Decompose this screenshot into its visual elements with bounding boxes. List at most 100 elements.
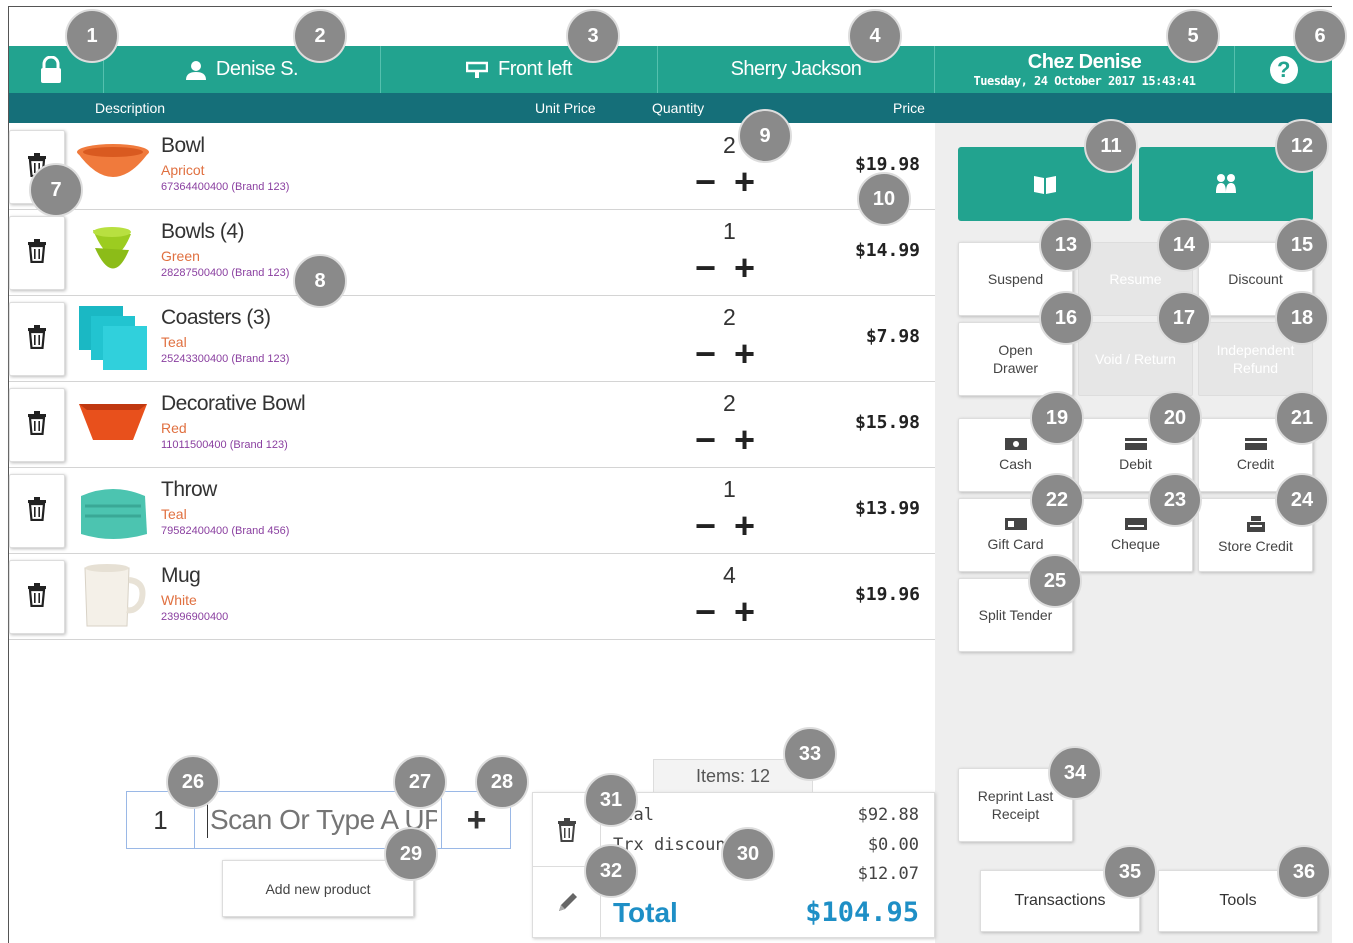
add-new-product-label: Add new product [265,880,371,897]
tax-value: $12.07 [857,864,919,884]
remove-item-button[interactable] [9,302,65,376]
callout-badge: 27 [393,755,447,809]
trx-discount-label: Trx discount [613,835,736,855]
callout-badge: 32 [584,844,638,898]
cart-row[interactable]: Coasters (3) Teal 25243300400 (Brand 123) 2… [9,296,935,382]
quantity-stepper: −+ [695,250,773,286]
column-header: Description Unit Price Quantity Price [9,93,1332,123]
item-quantity: 1 [723,218,736,244]
product-image [75,390,151,458]
trash-icon [27,496,47,526]
callout-badge: 21 [1275,391,1329,445]
product-name: Bowls (4) [161,220,245,243]
items-count: Items: 12 [695,765,771,786]
callout-badge: 13 [1039,218,1093,272]
product-variant: Teal [161,506,187,522]
increase-qty-button[interactable]: + [734,591,773,632]
cart-row[interactable]: Mug White 23996900400 4 −+ $19.96 [9,554,935,640]
quantity-stepper: −+ [695,422,773,458]
callout-badge: 16 [1039,291,1093,345]
register-button[interactable]: Front left [381,46,658,93]
product-image [75,132,151,200]
total-value: $104.95 [805,897,919,928]
item-quantity: 2 [723,390,736,416]
increase-qty-button[interactable]: + [734,247,773,288]
gift-card-label: Gift Card [987,535,1044,552]
independent-refund-label: Independent Refund [1216,341,1295,376]
trash-icon [27,410,47,440]
customer-name: Sherry Jackson [730,58,862,80]
product-name: Decorative Bowl [161,392,306,415]
callout-badge: 29 [384,827,438,881]
resume-label: Resume [1109,270,1162,287]
remove-item-button[interactable] [9,560,65,634]
product-upc: 79582400400 (Brand 456) [161,525,290,537]
user-icon [185,60,206,80]
cart-row[interactable]: Bowls (4) Green 28287500400 (Brand 123) 1 −+… [9,210,935,296]
product-variant: White [161,592,197,608]
callout-badge: 19 [1030,391,1084,445]
debit-card-icon [1124,437,1147,450]
decrease-qty-button[interactable]: − [695,591,734,632]
cheque-icon [1124,517,1147,530]
credit-label: Credit [1236,455,1275,472]
quantity-stepper: −+ [695,594,773,630]
cash-register-icon [1246,515,1265,532]
callout-badge: 23 [1148,473,1202,527]
remove-item-button[interactable] [9,388,65,462]
product-image [75,218,151,286]
callout-badge: 7 [29,163,83,217]
lock-icon [41,55,61,83]
store-name: Chez Denise [1027,51,1142,73]
add-new-product-button[interactable]: Add new product [222,860,414,917]
remove-item-button[interactable] [9,474,65,548]
tab-tools-label: Tools [1219,892,1257,909]
item-quantity: 4 [723,562,736,588]
register-name: Front left [498,58,572,80]
date-time: Tuesday, 24 October 2017 15:43:41 [973,74,1196,88]
discount-label: Discount [1228,270,1283,287]
product-image [75,476,151,544]
top-bar: Denise S. Front left Sherry Jackson Chez… [9,46,1332,93]
line-price: $15.98 [854,412,920,433]
decrease-qty-button[interactable]: − [695,419,734,460]
callout-badge: 4 [848,9,902,63]
callout-badge: 34 [1048,746,1102,800]
callout-badge: 14 [1157,218,1211,272]
decrease-qty-button[interactable]: − [695,333,734,374]
gift-card-icon [1004,517,1027,530]
trash-icon [27,238,47,268]
decrease-qty-button[interactable]: − [695,161,734,202]
trash-icon [27,324,47,354]
callout-badge: 3 [566,9,620,63]
debit-label: Debit [1119,455,1152,472]
decrease-qty-button[interactable]: − [695,505,734,546]
callout-badge: 12 [1275,119,1329,173]
cart-row[interactable]: Decorative Bowl Red 11011500400 (Brand 123… [9,382,935,468]
cart-row[interactable]: Throw Teal 79582400400 (Brand 456) 1 −+ $13.9… [9,468,935,554]
credit-card-icon [1244,437,1267,450]
callout-badge: 35 [1103,845,1157,899]
product-upc: 25243300400 (Brand 123) [161,353,290,365]
increase-qty-button[interactable]: + [734,161,773,202]
remove-item-button[interactable] [9,216,65,290]
callout-badge: 1 [65,9,119,63]
line-price: $14.99 [854,240,920,261]
callout-badge: 28 [475,755,529,809]
increase-qty-button[interactable]: + [734,419,773,460]
suspend-label: Suspend [987,270,1044,287]
decrease-qty-button[interactable]: − [695,247,734,288]
callout-badge: 20 [1148,391,1202,445]
store-credit-label: Store Credit [1218,537,1293,554]
callout-badge: 15 [1275,218,1329,272]
line-price: $7.98 [865,326,920,347]
product-name: Mug [161,564,201,587]
callout-badge: 31 [584,773,638,827]
callout-badge: 22 [1030,473,1084,527]
increase-qty-button[interactable]: + [734,505,773,546]
cart-row[interactable]: Bowl Apricot 67364400400 (Brand 123) 2 −+ $19… [9,124,935,210]
product-variant: Teal [161,334,187,350]
product-name: Bowl [161,134,205,157]
increase-qty-button[interactable]: + [734,333,773,374]
trash-icon [557,817,576,842]
